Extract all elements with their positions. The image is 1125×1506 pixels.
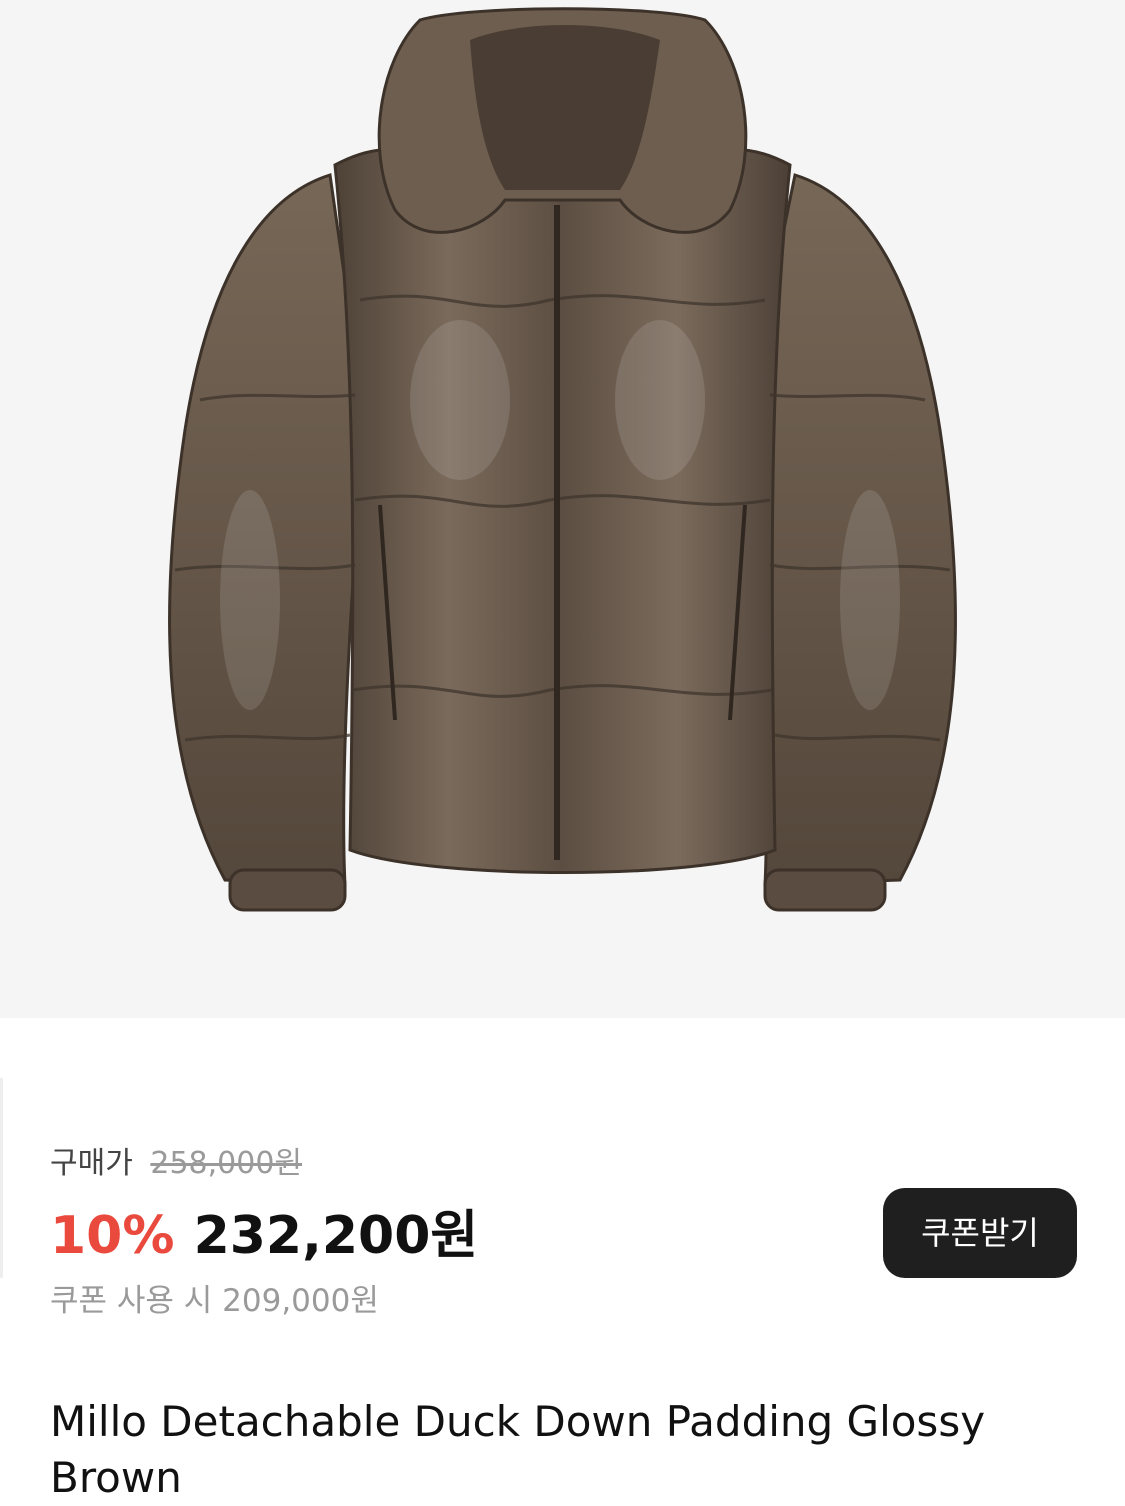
sale-price-row: 10% 232,200원 (50, 1204, 478, 1268)
purchase-label: 구매가 (50, 1146, 133, 1181)
product-image[interactable] (0, 0, 1125, 1018)
product-title: Millo Detachable Duck Down Padding Gloss… (50, 1397, 986, 1502)
divider (0, 1078, 3, 1278)
coupon-price: 쿠폰 사용 시 209,000원 (50, 1283, 379, 1319)
sale-price: 232,200원 (193, 1206, 479, 1266)
get-coupon-button[interactable]: 쿠폰받기 (883, 1188, 1077, 1278)
discount-rate: 10% (50, 1206, 175, 1266)
original-price: 258,000원 (150, 1146, 303, 1181)
purchase-price-row: 구매가 258,000원 (50, 1142, 302, 1186)
jacket-illustration (168, 7, 957, 912)
product-info: 구매가 258,000원 10% 232,200원 쿠폰 사용 시 209,00… (0, 1018, 1125, 1502)
